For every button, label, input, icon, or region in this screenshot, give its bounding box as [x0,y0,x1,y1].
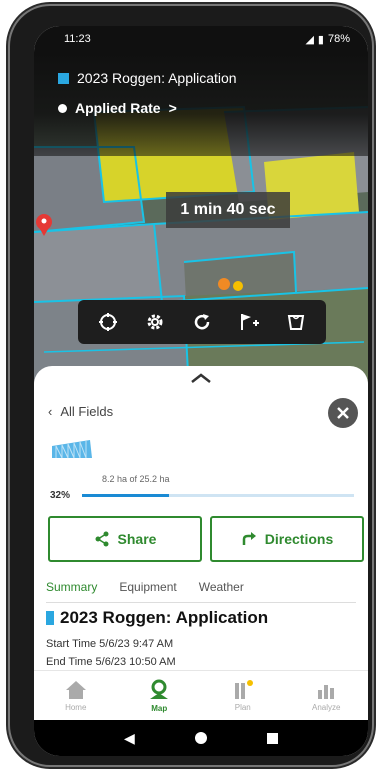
tab-summary[interactable]: Summary [46,580,97,594]
start-time: Start Time 5/6/23 9:47 AM [46,638,174,650]
end-time: End Time 5/6/23 10:50 AM [46,656,176,668]
progress-text: 8.2 ha of 25.2 ha [102,474,170,484]
nav-label: Analyze [312,702,341,712]
nav-label: Home [65,702,87,712]
progress-fill [82,494,170,497]
system-nav-bar: ◀ [34,720,368,756]
status-bar: 11:23 ◢ ▮ 78% [34,26,368,52]
close-button[interactable] [328,398,358,428]
plan-icon [234,679,253,699]
timer-badge: 1 min 40 sec [166,192,290,228]
signal-icon: ◢ [305,33,314,46]
chevron-up-icon[interactable] [190,372,212,384]
layer-label: Applied Rate [75,100,161,116]
field-color-swatch [58,72,69,84]
gear-icon[interactable] [140,307,170,337]
layer-selector[interactable]: Applied Rate > [58,100,177,116]
progress-percent: 32% [50,490,71,501]
screen: 11:23 ◢ ▮ 78% 2023 Roggen: Application A… [34,26,368,756]
nav-label: Plan [234,702,251,712]
bucket-icon[interactable] [281,307,311,337]
directions-icon [242,532,256,545]
nav-map[interactable]: Map [118,671,202,720]
home-icon [65,680,86,699]
add-flag-icon[interactable] [234,307,264,337]
nav-label: Map [151,703,168,713]
battery-level: 78% [327,33,350,45]
chevron-right-icon: > [168,100,177,116]
phone-frame: 11:23 ◢ ▮ 78% 2023 Roggen: Application A… [10,6,372,765]
chevron-left-icon: ‹ [48,404,53,419]
status-time: 11:23 [64,33,91,45]
share-label: Share [117,531,157,547]
bar-chart-icon [318,684,335,699]
map-pin-icon [150,679,169,699]
refresh-icon[interactable] [187,307,217,337]
nav-plan[interactable]: Plan [201,671,285,720]
map-title: 2023 Roggen: Application [77,70,237,86]
battery-icon: ▮ [317,33,324,46]
field-shape-icon [52,440,92,459]
layer-icon [58,103,67,113]
share-icon [95,531,109,547]
recents-icon[interactable] [266,732,278,744]
directions-button[interactable]: Directions [210,516,364,562]
crosshair-icon[interactable] [93,307,123,337]
directions-label: Directions [264,531,334,547]
detail-tabs: Summary Equipment Weather [46,580,356,603]
bottom-nav: Home Map Plan Analyze [34,670,368,720]
nav-analyze[interactable]: Analyze [285,671,369,720]
tab-weather[interactable]: Weather [199,580,244,594]
map-toolbar [78,300,326,344]
back-label: All Fields [60,404,114,419]
field-color-swatch [46,611,54,625]
nav-home[interactable]: Home [34,671,118,720]
back-icon[interactable]: ◀ [124,730,135,747]
summary-title: 2023 Roggen: Application [60,608,269,627]
close-icon [337,407,349,419]
map-header: 2023 Roggen: Application Applied Rate > [34,52,368,156]
tab-equipment[interactable]: Equipment [119,580,176,594]
share-button[interactable]: Share [48,516,202,562]
machine-marker-icon [218,278,230,290]
progress-bar [82,494,354,497]
home-circle-icon[interactable] [194,732,207,744]
back-to-all-fields[interactable]: ‹ All Fields [48,404,113,419]
field-details-sheet: ‹ All Fields 8.2 ha of 25.2 ha 32% Share [34,366,368,706]
